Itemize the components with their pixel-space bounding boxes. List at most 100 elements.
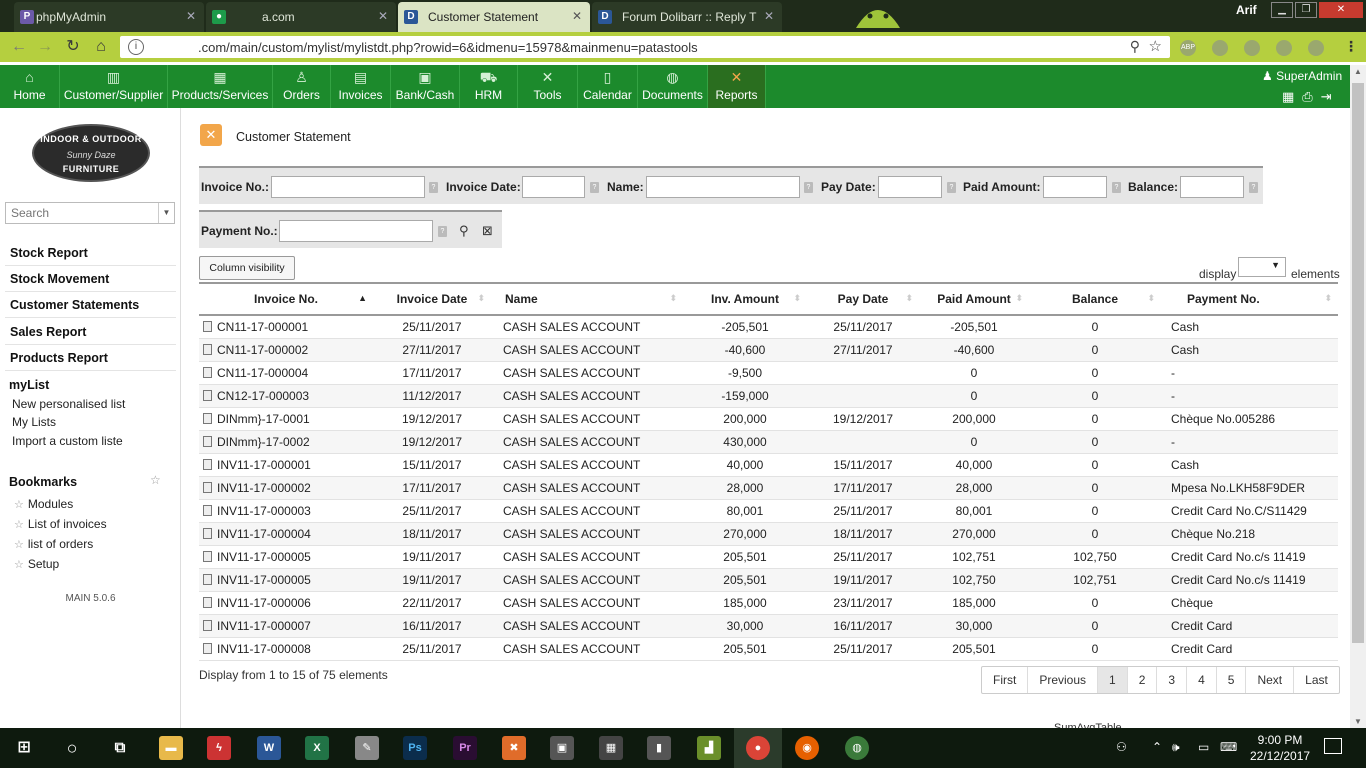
- menu-hrm[interactable]: ⛟ HRM: [460, 65, 518, 108]
- restore-icon[interactable]: ❐: [1295, 2, 1317, 18]
- clear-filter-icon[interactable]: ⊠: [482, 223, 493, 239]
- premiere-icon[interactable]: Pr: [453, 736, 477, 760]
- menu-customer-supplier[interactable]: ▥ Customer/Supplier: [60, 65, 168, 108]
- bookmark-modules[interactable]: ☆ Modules: [14, 497, 73, 511]
- minimize-icon[interactable]: ▁: [1271, 2, 1293, 18]
- info-icon[interactable]: i: [128, 39, 144, 55]
- invoice-link[interactable]: INV11-17-000004: [199, 522, 373, 546]
- task-view-icon[interactable]: ⧉: [108, 736, 132, 760]
- invoice-link[interactable]: CN12-17-000003: [199, 384, 373, 408]
- extension-icon[interactable]: [1276, 40, 1292, 56]
- company-logo[interactable]: INDOOR & OUTDOOR Sunny Daze FURNITURE: [32, 124, 150, 182]
- menu-home[interactable]: ⌂ Home: [0, 65, 60, 108]
- invoice-link[interactable]: INV11-17-000005: [199, 545, 373, 569]
- close-icon[interactable]: ✕: [764, 9, 774, 23]
- sidebar-item-stock-report[interactable]: Stock Report: [5, 240, 176, 266]
- menu-documents[interactable]: ◍ Documents: [638, 65, 708, 108]
- pagination-last[interactable]: Last: [1294, 667, 1339, 693]
- extension-icon[interactable]: [1308, 40, 1324, 56]
- invoice-number[interactable]: INV11-17-000006: [217, 596, 311, 610]
- column-visibility-button[interactable]: Column visibility: [199, 256, 295, 280]
- photoshop-icon[interactable]: Ps: [403, 736, 427, 760]
- payment-no-filter[interactable]: [279, 220, 433, 242]
- adblock-icon[interactable]: ABP: [1180, 40, 1196, 56]
- archive-icon[interactable]: ▮: [647, 736, 671, 760]
- menu-orders[interactable]: ♙ Orders: [273, 65, 331, 108]
- sort-icon[interactable]: ⬍: [1147, 293, 1155, 304]
- menu-calendar[interactable]: ▯ Calendar: [578, 65, 638, 108]
- chrome-icon[interactable]: ●: [746, 736, 770, 760]
- sidebar-item-sales-report[interactable]: Sales Report: [5, 319, 176, 345]
- menu-bank-cash[interactable]: ▣ Bank/Cash: [391, 65, 460, 108]
- word-icon[interactable]: W: [257, 736, 281, 760]
- sort-icon[interactable]: ⬍: [477, 293, 485, 304]
- help-icon[interactable]: ?: [590, 182, 599, 193]
- invoice-number[interactable]: INV11-17-000004: [217, 527, 311, 541]
- column-header-balance[interactable]: Balance ⬍: [1029, 282, 1161, 316]
- invoice-link[interactable]: CN11-17-000001: [199, 315, 373, 339]
- help-icon[interactable]: ?: [947, 182, 956, 193]
- close-icon[interactable]: ✕: [572, 9, 582, 23]
- invoice-link[interactable]: INV11-17-000002: [199, 476, 373, 500]
- invoice-number[interactable]: CN11-17-000002: [217, 343, 308, 357]
- close-icon[interactable]: ✕: [378, 9, 388, 23]
- invoice-number[interactable]: INV11-17-000005: [217, 550, 311, 564]
- sidebar-item-stock-movement[interactable]: Stock Movement: [5, 266, 176, 292]
- network-icon[interactable]: ▣: [550, 736, 574, 760]
- column-header-inv-amount[interactable]: Inv. Amount ⬍: [683, 282, 807, 316]
- battery-icon[interactable]: ▭: [1198, 740, 1209, 754]
- extension-icon[interactable]: [1212, 40, 1228, 56]
- invoice-number[interactable]: CN12-17-000003: [217, 389, 309, 403]
- column-header-invoice-no[interactable]: Invoice No. ▲: [199, 282, 373, 316]
- chevron-down-icon[interactable]: ▼: [158, 203, 174, 223]
- browser-menu-icon[interactable]: ⋮: [1344, 38, 1358, 55]
- zoom-icon[interactable]: ⚲: [1130, 38, 1140, 55]
- browser-tab-phpmyadmin[interactable]: P phpMyAdmin ✕: [14, 2, 204, 32]
- logged-user[interactable]: ♟ SuperAdmin: [1262, 69, 1342, 83]
- pagination-first[interactable]: First: [982, 667, 1029, 693]
- page-size-select[interactable]: ▼: [1238, 257, 1286, 277]
- help-icon[interactable]: ?: [438, 226, 447, 237]
- paid-amount-filter[interactable]: [1043, 176, 1107, 198]
- sort-asc-icon[interactable]: ▲: [358, 293, 367, 303]
- help-icon[interactable]: ?: [1112, 182, 1121, 193]
- menu-tools[interactable]: ✕ Tools: [518, 65, 578, 108]
- invoice-link[interactable]: CN11-17-000004: [199, 361, 373, 385]
- balance-filter[interactable]: [1180, 176, 1244, 198]
- sort-icon[interactable]: ⬍: [1015, 293, 1023, 304]
- star-icon[interactable]: ☆: [150, 473, 161, 487]
- close-icon[interactable]: ✕: [186, 9, 196, 23]
- reload-icon[interactable]: ↻: [64, 38, 82, 56]
- file-explorer-icon[interactable]: ▬: [159, 736, 183, 760]
- url-text[interactable]: .com/main/custom/mylist/mylistdt.php?row…: [198, 40, 698, 55]
- help-icon[interactable]: ?: [429, 182, 438, 193]
- excel-icon[interactable]: X: [305, 736, 329, 760]
- forward-icon[interactable]: →: [36, 38, 54, 56]
- invoice-number[interactable]: CN11-17-000004: [217, 366, 308, 380]
- bookmark-invoices[interactable]: ☆ List of invoices: [14, 517, 107, 531]
- menu-products-services[interactable]: ▦ Products/Services: [168, 65, 273, 108]
- invoice-link[interactable]: INV11-17-000008: [199, 637, 373, 661]
- calculator-icon[interactable]: ▦: [599, 736, 623, 760]
- invoice-number[interactable]: INV11-17-000003: [217, 504, 311, 518]
- sidebar-search[interactable]: ▼: [5, 202, 175, 224]
- scroll-up-icon[interactable]: ▲: [1354, 67, 1362, 76]
- invoice-link[interactable]: DINmm}-17-0002: [199, 430, 373, 454]
- logout-icon[interactable]: ⇥: [1321, 89, 1340, 104]
- sort-icon[interactable]: ⬍: [793, 293, 801, 304]
- invoice-link[interactable]: INV11-17-000005: [199, 568, 373, 592]
- sidebar-item-products-report[interactable]: Products Report: [5, 345, 176, 371]
- pagination-4[interactable]: 4: [1187, 667, 1217, 693]
- pagination-previous[interactable]: Previous: [1028, 667, 1099, 693]
- print-icon[interactable]: ⎙: [1302, 89, 1320, 104]
- profile-name[interactable]: Arif: [1236, 3, 1257, 17]
- windows-start-icon[interactable]: ⊞: [12, 736, 36, 760]
- column-header-invoice-date[interactable]: Invoice Date ⬍: [373, 282, 491, 316]
- pagination-3[interactable]: 3: [1157, 667, 1188, 693]
- flash-icon[interactable]: ϟ: [207, 736, 231, 760]
- pagination-1[interactable]: 1: [1098, 667, 1128, 693]
- invoice-number[interactable]: INV11-17-000001: [217, 458, 311, 472]
- scrollbar-thumb[interactable]: [1352, 83, 1364, 643]
- invoice-number[interactable]: INV11-17-000007: [217, 619, 311, 633]
- column-header-pay-date[interactable]: Pay Date ⬍: [807, 282, 919, 316]
